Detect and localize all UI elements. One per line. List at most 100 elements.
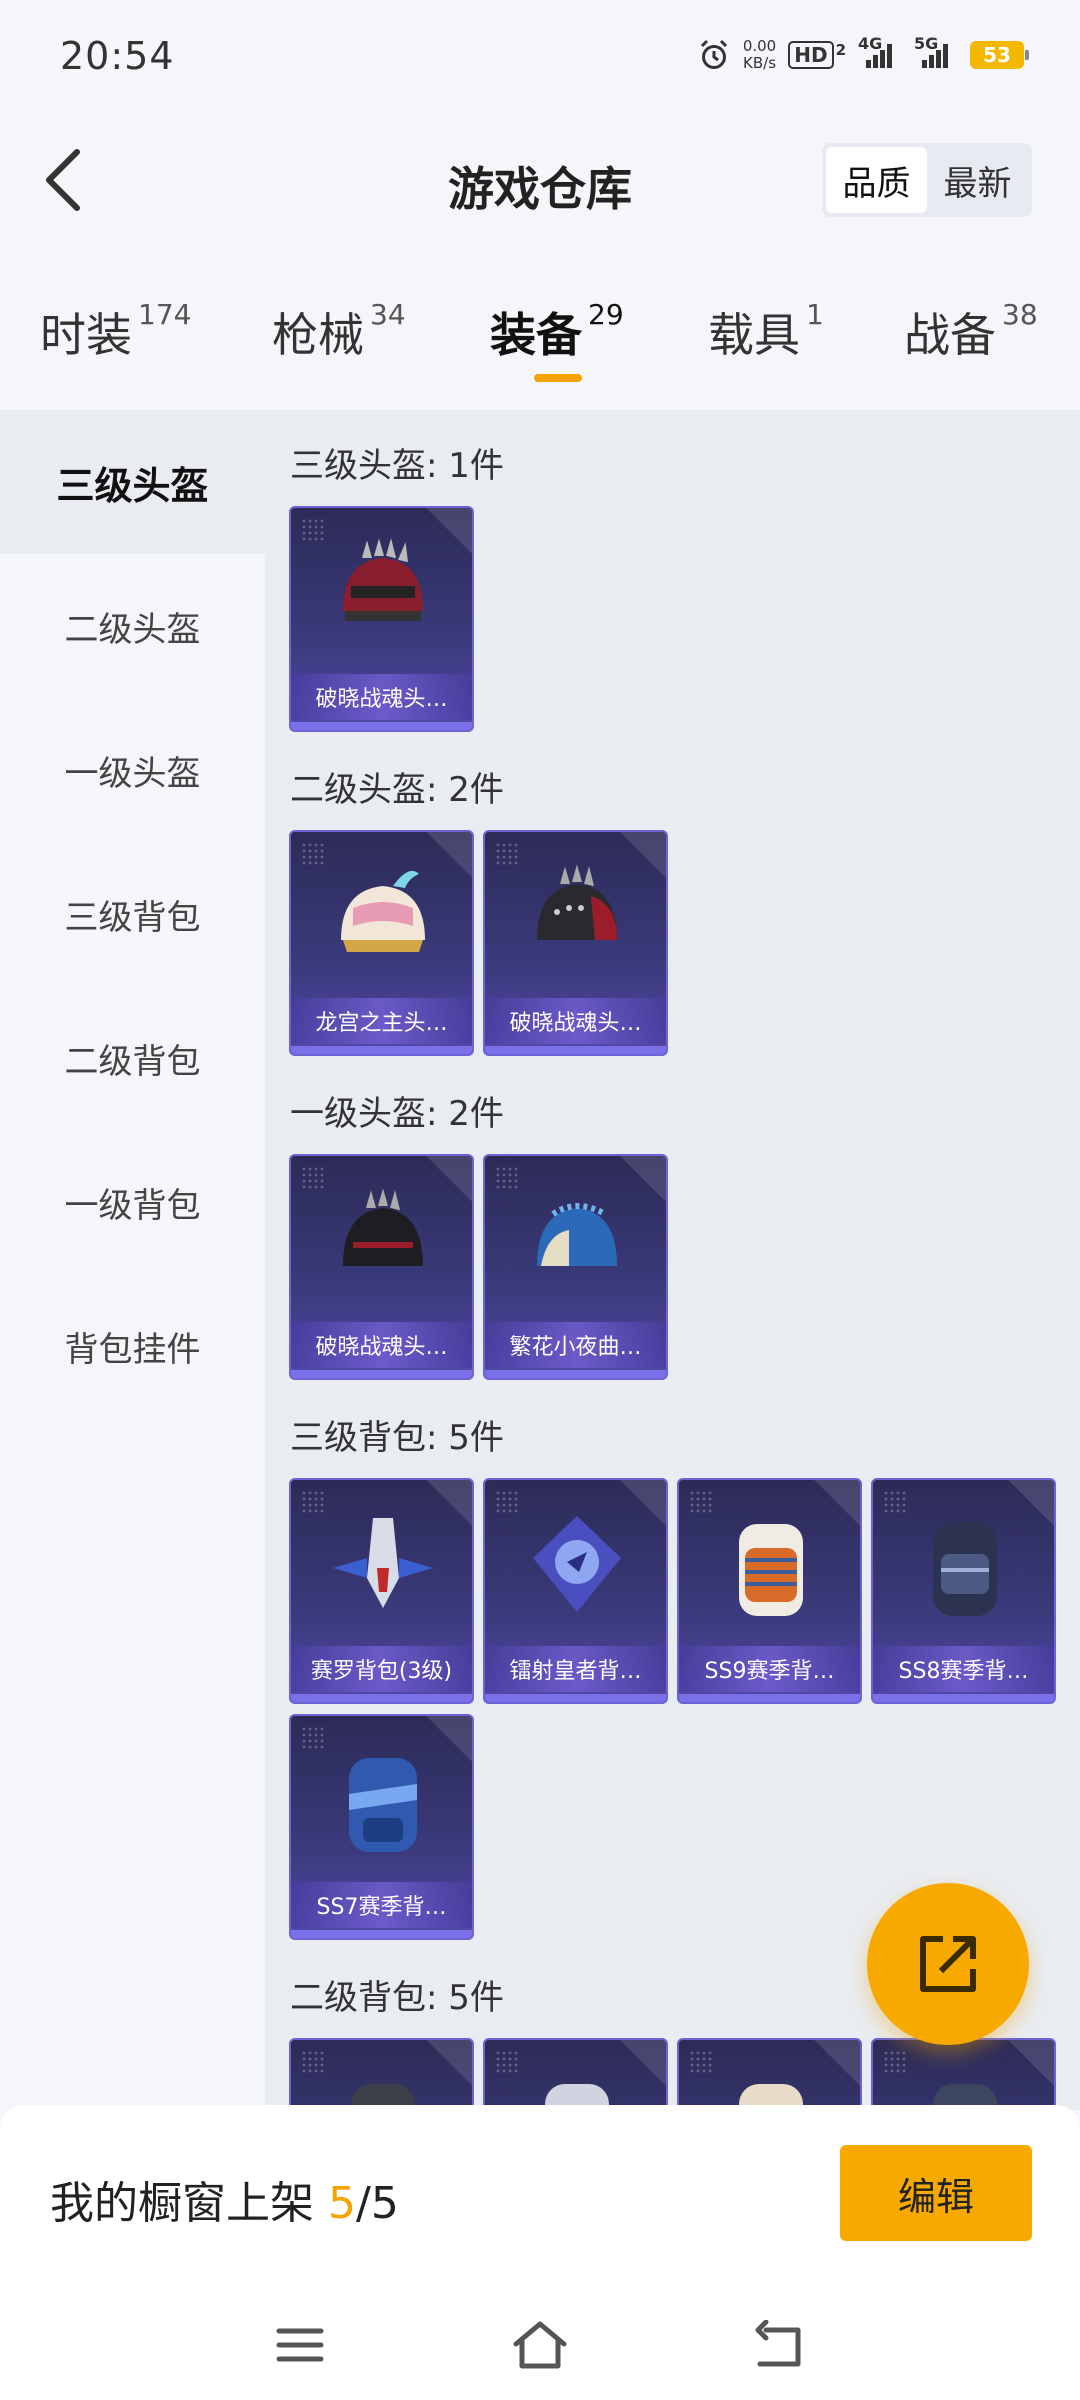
backpack-icon [933, 2084, 997, 2110]
tab-label: 枪械 [272, 308, 364, 362]
status-time: 20:54 [60, 34, 175, 78]
back-nav-icon [755, 2320, 801, 2367]
home-nav-button[interactable] [500, 2305, 580, 2385]
edit-button[interactable]: 编辑 [840, 2145, 1032, 2241]
helmet-icon [343, 538, 423, 621]
category-tabs: 时装 174 枪械 34 装备 29 载具 1 战备 38 [0, 290, 1080, 410]
backpack-icon [533, 1516, 621, 1612]
showcase-label: 我的橱窗上架 [50, 2178, 314, 2229]
tab-fashion[interactable]: 时装 174 [40, 290, 191, 380]
item-name: 破晓战魂头… [291, 674, 472, 720]
signal-4g-icon: 4G [858, 34, 902, 68]
share-icon [920, 1936, 976, 1992]
sidebar-item-level3-backpack[interactable]: 三级背包 [0, 842, 265, 986]
item-card[interactable] [289, 2038, 474, 2110]
tab-label: 载具 [708, 308, 800, 362]
tab-supplies[interactable]: 战备 38 [904, 290, 1038, 380]
home-icon [513, 2321, 567, 2369]
sidebar: 三级头盔 二级头盔 一级头盔 三级背包 二级背包 一级背包 背包挂件 [0, 410, 265, 2110]
section-title: 二级背包: 5件 [290, 1978, 504, 2018]
sort-newest-button[interactable]: 最新 [927, 147, 1028, 213]
item-name: 破晓战魂头… [485, 998, 666, 1044]
item-card[interactable]: 破晓战魂头… [483, 830, 668, 1056]
backpack-icon [739, 2084, 803, 2110]
share-fab-button[interactable] [867, 1883, 1029, 2045]
item-card[interactable]: SS8赛季背… [871, 1478, 1056, 1704]
menu-nav-button[interactable] [260, 2305, 340, 2385]
tab-count: 34 [370, 298, 406, 331]
battery-icon: 53 [970, 41, 1029, 69]
item-card[interactable]: 破晓战魂头… [289, 1154, 474, 1380]
item-name: 破晓战魂头… [291, 1322, 472, 1368]
net-speed: 0.00 KB/s [743, 38, 776, 72]
item-name: SS7赛季背… [291, 1882, 472, 1928]
item-name: SS8赛季背… [873, 1646, 1054, 1692]
tab-firearms[interactable]: 枪械 34 [272, 290, 406, 380]
tab-equipment[interactable]: 装备 29 [490, 290, 624, 380]
sort-quality-button[interactable]: 品质 [826, 147, 927, 213]
back-nav-button[interactable] [740, 2305, 820, 2385]
item-card[interactable]: 龙宫之主头… [289, 830, 474, 1056]
menu-icon [276, 2328, 324, 2362]
section-title: 二级头盔: 2件 [290, 770, 504, 810]
tab-label: 装备 [490, 308, 582, 362]
net-speed-unit: KB/s [743, 54, 777, 72]
item-name: 繁花小夜曲… [485, 1322, 666, 1368]
status-icons: 0.00 KB/s HD 2 4G 5G 53 [697, 34, 1029, 72]
backpack-icon [351, 2084, 415, 2110]
system-nav-bar [0, 2285, 1080, 2400]
item-card[interactable] [483, 2038, 668, 2110]
sidebar-item-level3-helmet[interactable]: 三级头盔 [0, 410, 265, 554]
alarm-icon [700, 39, 727, 69]
showcase-total: 5 [370, 2178, 399, 2229]
tab-count: 174 [138, 298, 192, 331]
item-card[interactable]: 镭射皇者背… [483, 1478, 668, 1704]
item-card[interactable]: SS9赛季背… [677, 1478, 862, 1704]
battery-level: 53 [983, 43, 1011, 67]
backpack-icon [933, 1522, 997, 1616]
showcase-bar: 我的橱窗上架 5 / 5 编辑 [0, 2105, 1080, 2285]
section-title: 三级背包: 5件 [290, 1418, 504, 1458]
section-title: 一级头盔: 2件 [290, 1094, 504, 1134]
item-name: 镭射皇者背… [485, 1646, 666, 1692]
signal-5g-icon: 5G [914, 34, 958, 68]
item-name: 赛罗背包(3级) [291, 1646, 472, 1692]
item-card[interactable]: 繁花小夜曲… [483, 1154, 668, 1380]
section-title: 三级头盔: 1件 [290, 446, 504, 486]
showcase-current: 5 [328, 2178, 356, 2229]
tab-count: 1 [806, 298, 824, 331]
sidebar-item-level1-helmet[interactable]: 一级头盔 [0, 698, 265, 842]
item-name: 龙宫之主头… [291, 998, 472, 1044]
backpack-icon [349, 1758, 417, 1852]
backpack-icon [739, 1524, 803, 1616]
item-grid: 三级头盔: 1件 破晓战魂头… 二级头盔: 2件 龙宫之主头… 破晓战魂头… 一… [265, 410, 1080, 2110]
signal-5g-label: 5G [914, 34, 939, 53]
tab-count: 38 [1002, 298, 1038, 331]
status-bar: 20:54 0.00 KB/s HD 2 4G 5G 53 [0, 0, 1080, 115]
hd-sub: 2 [835, 41, 846, 59]
helmet-icon [343, 1188, 423, 1266]
sidebar-item-level2-helmet[interactable]: 二级头盔 [0, 554, 265, 698]
item-card[interactable]: 赛罗背包(3级) [289, 1478, 474, 1704]
item-name: SS9赛季背… [679, 1646, 860, 1692]
item-card[interactable] [677, 2038, 862, 2110]
tab-label: 时装 [40, 308, 132, 362]
app-root: 20:54 0.00 KB/s HD 2 4G 5G 53 游戏仓库 品质 最新… [0, 0, 1080, 2400]
sidebar-item-backpack-pendant[interactable]: 背包挂件 [0, 1274, 265, 1418]
showcase-status: 我的橱窗上架 5 / 5 [50, 2167, 399, 2231]
helmet-icon [537, 1203, 617, 1266]
sidebar-item-level2-backpack[interactable]: 二级背包 [0, 986, 265, 1130]
tab-active-indicator [534, 374, 582, 382]
net-speed-value: 0.00 [742, 37, 777, 55]
helmet-icon [341, 870, 425, 952]
tab-vehicles[interactable]: 载具 1 [708, 290, 824, 380]
sidebar-item-level1-backpack[interactable]: 一级背包 [0, 1130, 265, 1274]
item-card[interactable]: SS7赛季背… [289, 1714, 474, 1940]
hd-badge: HD [788, 41, 834, 69]
helmet-icon [537, 864, 617, 940]
item-card[interactable] [871, 2038, 1056, 2110]
tab-count: 29 [588, 298, 624, 331]
backpack-icon [333, 1518, 433, 1608]
showcase-separator: / [356, 2178, 371, 2229]
item-card[interactable]: 破晓战魂头… [289, 506, 474, 732]
